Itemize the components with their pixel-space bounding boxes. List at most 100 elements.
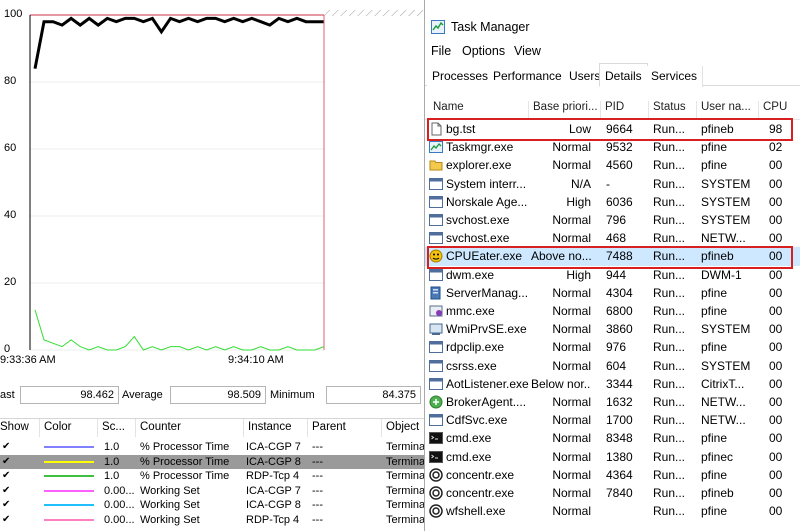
stats-bar: ast 98.462 Average 98.509 Minimum 84.375 <box>0 386 424 406</box>
column-name[interactable]: Name <box>429 101 529 119</box>
y-tick-label: 40 <box>4 209 17 221</box>
column-cpu[interactable]: CPU <box>759 101 799 119</box>
process-name: dwm.exe <box>446 267 495 282</box>
process-row[interactable]: WmiPrvSE.exe Normal 3860 Run... SYSTEM 00 <box>425 320 800 338</box>
minimum-value: 84.375 <box>326 386 421 404</box>
legend-header-counter[interactable]: Counter <box>140 419 244 437</box>
process-cpu: 00 <box>769 431 783 446</box>
process-row[interactable]: svchost.exe Normal 468 Run... NETW... 00 <box>425 229 800 247</box>
process-row[interactable]: System interr... N/A - Run... SYSTEM 00 <box>425 175 800 193</box>
legend-instance: RDP-Tcp 4 <box>246 470 300 482</box>
process-pid: 7488 <box>606 249 633 264</box>
process-cpu: 98 <box>769 122 783 136</box>
legend-row[interactable]: ✔ 0.00... Working Set ICA-CGP 8 --- Termina <box>0 498 424 513</box>
tab-services[interactable]: Services <box>646 66 704 87</box>
process-priority: Normal <box>552 358 591 373</box>
legend-row[interactable]: ✔ 1.0 % Processor Time ICA-CGP 7 --- Termina <box>0 440 424 455</box>
process-status: Run... <box>653 249 686 264</box>
process-name: bg.tst <box>446 122 476 136</box>
process-row[interactable]: Norskale Age... High 6036 Run... SYSTEM 00 <box>425 193 800 211</box>
legend-row[interactable]: ✔ 0.00... Working Set RDP-Tcp 4 --- Termina <box>0 513 424 528</box>
legend-parent: --- <box>312 499 323 511</box>
legend-header-show[interactable]: Show <box>0 419 40 437</box>
process-cpu: 00 <box>769 340 783 355</box>
legend-row[interactable]: ✔ 0.00... Working Set ICA-CGP 7 --- Termina <box>0 484 424 499</box>
tab-performance[interactable]: Performance <box>488 66 568 87</box>
process-row[interactable]: concentr.exe Normal 4364 Run... pfine 00 <box>425 466 800 484</box>
process-row[interactable]: ServerManag... Normal 4304 Run... pfine 00 <box>425 284 800 302</box>
average-label: Average <box>122 389 163 401</box>
cmd-icon <box>429 431 443 445</box>
last-label: ast <box>0 389 15 401</box>
process-priority: Low <box>568 122 591 136</box>
show-checkbox[interactable]: ✔ <box>2 456 12 467</box>
process-name: svchost.exe <box>446 213 510 227</box>
column-status[interactable]: Status <box>649 101 697 119</box>
column-base-priority[interactable]: Base priori... <box>529 101 601 119</box>
legend-object: Termina <box>386 484 424 497</box>
process-status: Run... <box>653 213 686 227</box>
citrix-icon <box>429 504 443 518</box>
process-priority: Normal <box>552 413 591 428</box>
process-cpu: 00 <box>769 267 783 282</box>
show-checkbox[interactable]: ✔ <box>2 442 12 452</box>
color-swatch <box>44 446 94 448</box>
show-checkbox[interactable]: ✔ <box>2 500 12 510</box>
process-row[interactable]: AotListener.exe Below nor... 3344 Run... Cit… <box>425 375 800 393</box>
legend-header-color[interactable]: Color <box>44 419 98 437</box>
process-row[interactable]: bg.tst Low 9664 Run... pfineb 98 <box>425 120 800 138</box>
process-cpu: 00 <box>769 213 783 227</box>
legend-counter: Working Set <box>140 484 200 497</box>
legend-header-parent[interactable]: Parent <box>312 419 382 437</box>
process-user: NETW... <box>701 413 746 428</box>
process-user: pfine <box>701 340 728 355</box>
column-pid[interactable]: PID <box>601 101 649 119</box>
menu-view[interactable]: View <box>514 44 541 58</box>
legend-row[interactable]: ✔ 1.0 % Processor Time ICA-CGP 8 --- Termina <box>0 454 424 469</box>
process-row[interactable]: svchost.exe Normal 796 Run... SYSTEM 00 <box>425 211 800 229</box>
menu-bar: File Options View <box>425 42 800 62</box>
process-row[interactable]: explorer.exe Normal 4560 Run... pfine 00 <box>425 156 800 174</box>
process-priority: Normal <box>552 322 591 337</box>
process-row[interactable]: CdfSvc.exe Normal 1700 Run... NETW... 00 <box>425 411 800 429</box>
process-row[interactable]: dwm.exe High 944 Run... DWM-1 00 <box>425 266 800 284</box>
process-row[interactable]: wfshell.exe Normal Run... pfine 00 <box>425 502 800 520</box>
last-value: 98.462 <box>20 386 119 404</box>
process-row[interactable]: rdpclip.exe Normal 976 Run... pfine 00 <box>425 338 800 356</box>
process-row[interactable]: cmd.exe Normal 1380 Run... pfinec 00 <box>425 448 800 466</box>
legend-row[interactable]: ✔ 1.0 % Processor Time RDP-Tcp 4 --- Termina <box>0 469 424 484</box>
process-status: Run... <box>653 431 686 446</box>
process-row[interactable]: concentr.exe Normal 7840 Run... pfineb 00 <box>425 484 800 502</box>
process-row[interactable]: mmc.exe Normal 6800 Run... pfine 00 <box>425 302 800 320</box>
show-checkbox[interactable]: ✔ <box>2 471 12 481</box>
process-name: CdfSvc.exe <box>446 413 508 428</box>
task-manager-window: Task Manager File Options View Processes… <box>424 0 800 531</box>
process-priority: Below nor... <box>531 376 591 391</box>
tab-details[interactable]: Details <box>599 63 648 87</box>
legend-header-scale[interactable]: Sc... <box>102 419 136 437</box>
process-pid: 944 <box>606 267 627 282</box>
process-row[interactable]: CPUEater.exe Above no... 7488 Run... pfineb 0… <box>425 247 800 266</box>
legend-scale: 0.00... <box>104 499 135 511</box>
legend-header-object[interactable]: Object <box>386 419 424 437</box>
process-row[interactable]: csrss.exe Normal 604 Run... SYSTEM 00 <box>425 357 800 375</box>
menu-file[interactable]: File <box>431 44 451 58</box>
legend-header-instance[interactable]: Instance <box>248 419 308 437</box>
server-icon <box>429 286 443 300</box>
process-row[interactable]: Taskmgr.exe Normal 9532 Run... pfine 02 <box>425 138 800 156</box>
process-row[interactable]: cmd.exe Normal 8348 Run... pfine 00 <box>425 429 800 447</box>
process-pid: 9532 <box>606 140 633 155</box>
legend-scale: 1.0 <box>104 470 120 482</box>
column-user-name[interactable]: User na... <box>697 101 759 119</box>
show-checkbox[interactable]: ✔ <box>2 485 12 496</box>
show-checkbox[interactable]: ✔ <box>2 514 12 525</box>
tab-processes[interactable]: Processes <box>427 66 495 87</box>
process-name: explorer.exe <box>446 158 512 173</box>
process-cpu: 00 <box>769 249 783 264</box>
menu-options[interactable]: Options <box>462 44 505 58</box>
plot-area <box>30 15 424 350</box>
process-cpu: 00 <box>769 376 783 391</box>
legend-scale: 0.00... <box>104 513 135 526</box>
legend-object: Termina <box>386 513 424 526</box>
process-row[interactable]: BrokerAgent.... Normal 1632 Run... NETW... 00 <box>425 393 800 411</box>
